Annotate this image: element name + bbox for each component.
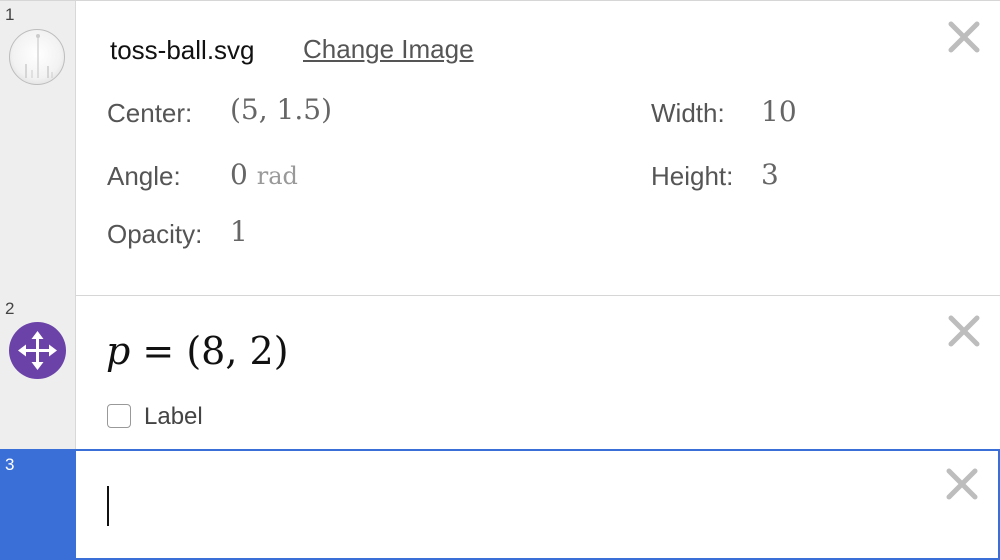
close-icon	[946, 468, 978, 500]
close-icon	[948, 315, 980, 347]
point-variable: p	[106, 329, 131, 373]
point-style-button[interactable]	[9, 322, 66, 379]
delete-expression-button[interactable]	[944, 466, 980, 502]
width-label: Width:	[651, 98, 725, 128]
expression-number: 3	[5, 455, 15, 474]
delete-expression-button[interactable]	[946, 313, 982, 349]
expression-gutter[interactable]: 3	[0, 451, 76, 558]
height-label: Height:	[651, 161, 734, 191]
label-checkbox-text[interactable]: Label	[144, 403, 203, 431]
move-arrows-icon	[18, 331, 57, 370]
angle-label: Angle:	[107, 161, 181, 191]
image-thumbnail[interactable]	[9, 29, 65, 85]
expression-row-2[interactable]: 2 p = (8, 2) Label	[0, 295, 1000, 449]
center-label: Center:	[107, 98, 193, 128]
expression-row-3[interactable]: 3	[0, 449, 1000, 560]
angle-field[interactable]: 0 rad	[230, 158, 298, 191]
angle-value: 0	[230, 158, 248, 191]
delete-expression-button[interactable]	[946, 19, 982, 55]
point-expression[interactable]: p = (8, 2)	[106, 329, 289, 373]
point-coordinates: (8, 2)	[186, 329, 289, 373]
height-value[interactable]: 3	[761, 158, 779, 191]
label-checkbox[interactable]	[107, 404, 131, 428]
image-filename: toss-ball.svg	[110, 35, 255, 65]
change-image-link[interactable]: Change Image	[303, 34, 474, 65]
text-cursor[interactable]	[107, 486, 109, 526]
ball-toss-thumbnail-icon	[25, 34, 53, 78]
expression-number: 1	[5, 5, 15, 24]
expression-gutter[interactable]: 2	[0, 295, 76, 449]
equals-sign: =	[142, 329, 175, 373]
expression-number: 2	[5, 299, 15, 318]
angle-unit: rad	[256, 162, 298, 190]
opacity-value[interactable]: 1	[230, 215, 248, 248]
width-value[interactable]: 10	[761, 95, 797, 128]
expression-gutter[interactable]: 1	[0, 1, 76, 295]
center-value[interactable]: (5, 1.5)	[230, 93, 332, 126]
opacity-label: Opacity:	[107, 219, 203, 249]
close-icon	[948, 21, 980, 53]
expression-row-1[interactable]: 1 toss-ball.svg Change Image Center: (5,…	[0, 0, 1000, 295]
